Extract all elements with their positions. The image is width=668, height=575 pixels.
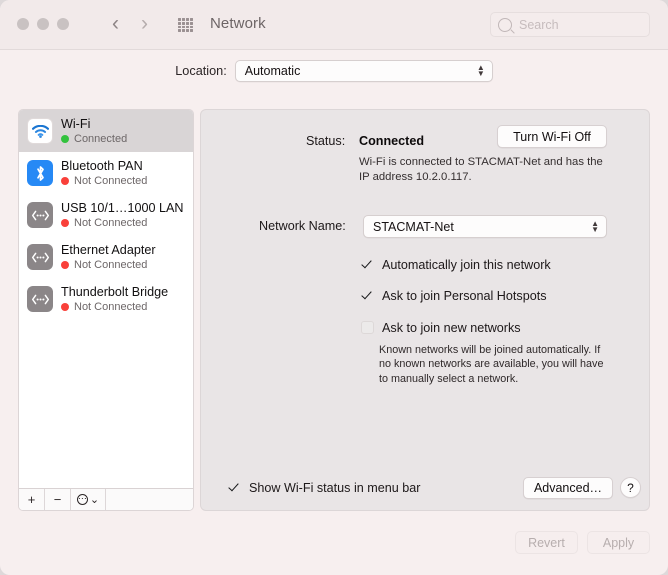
service-status: Not Connected — [61, 175, 147, 188]
auto-join-checkbox[interactable]: Automatically join this network — [361, 258, 551, 272]
sidebar-item-bluetooth-pan[interactable]: Bluetooth PAN Not Connected — [19, 152, 193, 194]
sidebar-item-texts: USB 10/1…1000 LAN Not Connected — [61, 201, 184, 230]
back-icon[interactable]: ‹ — [112, 13, 119, 35]
close-button[interactable] — [17, 18, 29, 30]
search-field[interactable]: Search — [490, 12, 650, 37]
network-preferences-window: ‹ › Network Search Location: Automatic ▲… — [0, 0, 668, 575]
navigation-arrows: ‹ › — [112, 13, 148, 35]
status-dot-disconnected — [61, 219, 69, 227]
location-selected-value: Automatic — [244, 64, 301, 78]
footer-buttons: Revert Apply — [515, 531, 650, 554]
apply-button[interactable]: Apply — [587, 531, 650, 554]
ask-hotspots-checkbox[interactable]: Ask to join Personal Hotspots — [361, 289, 547, 303]
ask-new-networks-checkbox[interactable]: Ask to join new networks — [361, 321, 521, 335]
action-menu-icon: ⋯ — [76, 493, 88, 505]
service-status-label: Not Connected — [74, 300, 148, 313]
search-icon — [498, 17, 512, 32]
ethernet-icon — [27, 244, 53, 270]
sidebar-item-wifi[interactable]: Wi-Fi Connected — [19, 110, 193, 152]
chevron-updown-icon: ▲ ▼ — [591, 218, 599, 234]
location-select[interactable]: Automatic ▲ ▼ — [234, 60, 493, 82]
sidebar-item-thunderbolt-bridge[interactable]: Thunderbolt Bridge Not Connected — [19, 278, 193, 320]
show-wifi-status-checkbox[interactable]: Show Wi-Fi status in menu bar — [228, 481, 420, 495]
revert-button[interactable]: Revert — [515, 531, 578, 554]
advanced-button[interactable]: Advanced… — [523, 477, 613, 499]
service-status-label: Not Connected — [74, 216, 148, 229]
chevron-down-icon: ⌄ — [89, 494, 100, 506]
add-service-button[interactable]: + — [19, 489, 45, 510]
sidebar-item-texts: Bluetooth PAN Not Connected — [61, 159, 147, 188]
service-name: Bluetooth PAN — [61, 158, 143, 173]
remove-service-button[interactable]: − — [45, 489, 71, 510]
service-name: Wi-Fi — [61, 116, 91, 131]
location-label: Location: — [175, 64, 227, 78]
status-dot-disconnected — [61, 261, 69, 269]
forward-icon[interactable]: › — [141, 13, 148, 35]
service-status: Not Connected — [61, 301, 168, 314]
action-menu-button[interactable]: ⋯ ⌄ — [71, 489, 106, 510]
sidebar-item-texts: Wi-Fi Connected — [61, 117, 127, 146]
service-status-label: Not Connected — [74, 258, 148, 271]
ask-new-networks-label: Ask to join new networks — [382, 321, 521, 335]
wifi-settings-pane: Status: Connected Turn Wi-Fi Off Wi-Fi i… — [200, 109, 650, 511]
empty-checkbox-icon — [361, 321, 374, 334]
status-value: Connected — [359, 134, 425, 148]
sidebar-toolbar-spacer — [106, 489, 193, 510]
service-status-label: Connected — [74, 132, 128, 145]
search-placeholder: Search — [519, 17, 559, 32]
auto-join-label: Automatically join this network — [382, 258, 551, 272]
minimize-button[interactable] — [37, 18, 49, 30]
sidebar-item-ethernet-adapter[interactable]: Ethernet Adapter Not Connected — [19, 236, 193, 278]
status-label: Status: — [306, 134, 346, 148]
sidebar-item-texts: Thunderbolt Bridge Not Connected — [61, 285, 168, 314]
network-name-label: Network Name: — [259, 219, 346, 233]
service-name: USB 10/1…1000 LAN — [61, 200, 184, 215]
network-name-selected-value: STACMAT-Net — [373, 219, 454, 234]
location-row: Location: Automatic ▲ ▼ — [0, 60, 668, 82]
page-title: Network — [210, 15, 266, 32]
status-dot-disconnected — [61, 177, 69, 185]
service-status: Not Connected — [61, 217, 184, 230]
service-name: Ethernet Adapter — [61, 242, 156, 257]
status-dot-connected — [61, 135, 69, 143]
network-services-sidebar: Wi-Fi Connected Bluetooth PAN Not Connec… — [18, 109, 194, 511]
bluetooth-icon — [27, 160, 53, 186]
service-name: Thunderbolt Bridge — [61, 284, 169, 299]
ethernet-icon — [27, 202, 53, 228]
checkmark-icon — [361, 289, 374, 302]
checkmark-icon — [228, 481, 241, 494]
sidebar-toolbar: + − ⋯ ⌄ — [19, 488, 193, 510]
turn-wifi-off-button[interactable]: Turn Wi-Fi Off — [497, 125, 607, 148]
sidebar-item-usb-lan[interactable]: USB 10/1…1000 LAN Not Connected — [19, 194, 193, 236]
status-dot-disconnected — [61, 303, 69, 311]
chevron-updown-icon: ▲ ▼ — [476, 63, 485, 78]
known-networks-note: Known networks will be joined automatica… — [379, 344, 604, 385]
wifi-icon — [27, 118, 53, 144]
network-name-select[interactable]: STACMAT-Net ▲ ▼ — [363, 215, 607, 238]
show-wifi-status-label: Show Wi-Fi status in menu bar — [249, 481, 421, 495]
ethernet-icon — [27, 286, 53, 312]
service-status: Not Connected — [61, 259, 156, 272]
service-status-label: Not Connected — [74, 174, 148, 187]
network-services-list: Wi-Fi Connected Bluetooth PAN Not Connec… — [19, 110, 193, 485]
status-description: Wi-Fi is connected to STACMAT-Net and ha… — [359, 156, 603, 183]
zoom-button[interactable] — [57, 18, 69, 30]
help-button[interactable]: ? — [620, 477, 641, 498]
ask-hotspots-label: Ask to join Personal Hotspots — [382, 289, 547, 303]
service-status: Connected — [61, 133, 127, 146]
sidebar-item-texts: Ethernet Adapter Not Connected — [61, 243, 156, 272]
window-toolbar: ‹ › Network Search — [0, 0, 668, 50]
traffic-light-buttons — [17, 18, 69, 30]
show-all-grid-icon[interactable] — [178, 18, 193, 32]
checkmark-icon — [361, 258, 374, 271]
